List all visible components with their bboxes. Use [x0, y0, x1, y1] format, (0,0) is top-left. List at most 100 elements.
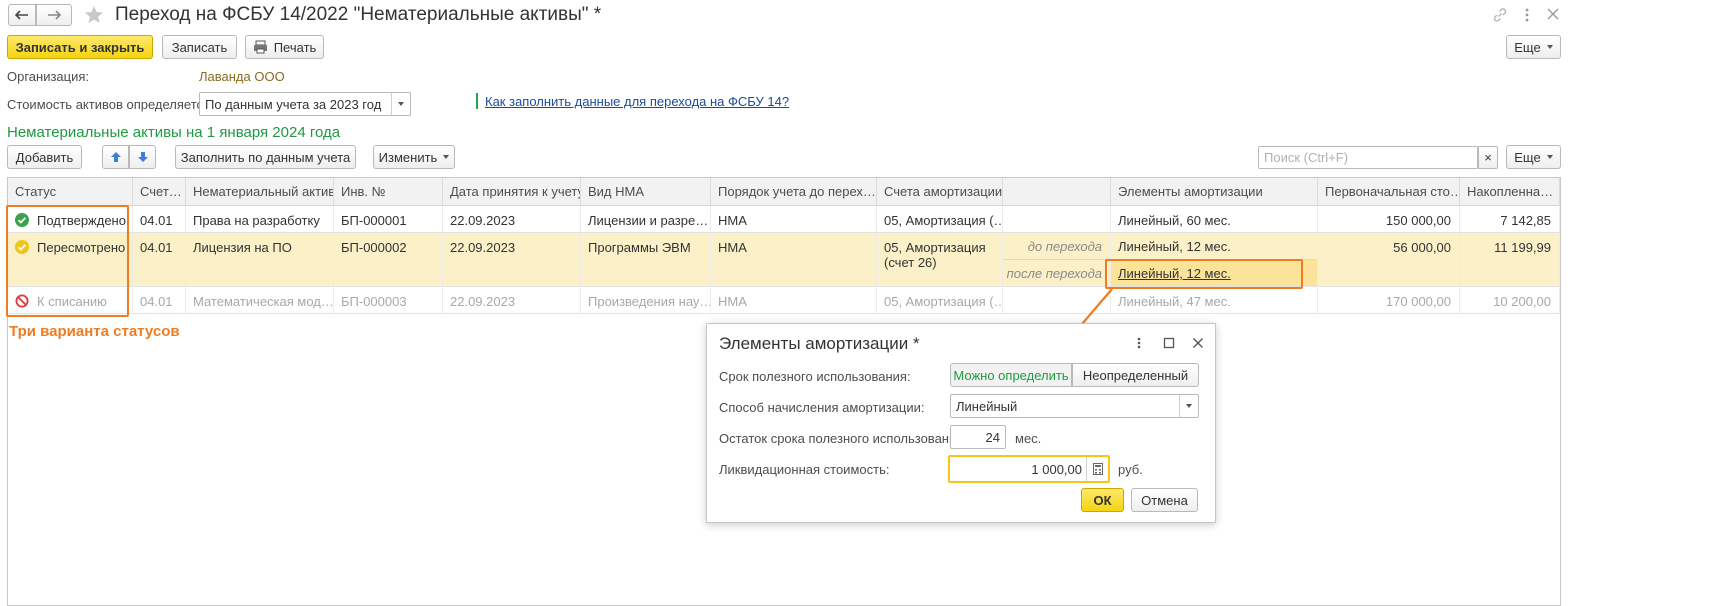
close-window-icon[interactable] — [1546, 7, 1560, 21]
more-button[interactable]: Еще — [1506, 35, 1561, 59]
amort-acc-cell: 05, Амортизация (… — [877, 287, 1003, 313]
life-label: Срок полезного использования: — [719, 369, 911, 384]
table-more-label: Еще — [1514, 149, 1541, 165]
header-inv[interactable]: Инв. № — [334, 178, 443, 206]
more-vertical-icon[interactable] — [1522, 7, 1532, 23]
remain-label: Остаток срока полезного использования: — [719, 431, 967, 446]
kind-cell: Программы ЭВМ — [581, 233, 711, 286]
cost-select-value: По данным учета за 2023 год — [205, 96, 382, 112]
maximize-icon[interactable] — [1163, 337, 1175, 349]
header-kind[interactable]: Вид НМА — [581, 178, 711, 206]
elements-highlight-box — [1105, 259, 1303, 289]
save-button[interactable]: Записать — [162, 35, 237, 59]
header-asset[interactable]: Нематериальный актив — [186, 178, 334, 206]
move-down-button[interactable] — [129, 145, 156, 169]
inv-cell: БП-000001 — [334, 206, 443, 232]
header-status[interactable]: Статус — [8, 178, 133, 206]
chevron-down-icon — [1546, 155, 1553, 159]
search-clear-button[interactable]: × — [1478, 146, 1498, 169]
close-icon[interactable] — [1192, 337, 1204, 349]
amort-acc-line2: (счет 26) — [884, 255, 937, 270]
ok-button[interactable]: ОК — [1081, 488, 1124, 512]
initial-cell: 56 000,00 — [1318, 233, 1460, 286]
kind-cell: Произведения нау… — [581, 287, 711, 313]
more-vertical-icon[interactable] — [1135, 336, 1143, 350]
header-account[interactable]: Счет… — [133, 178, 186, 206]
cancel-button[interactable]: Отмена — [1131, 488, 1198, 512]
back-button[interactable] — [8, 4, 36, 26]
table-row[interactable]: Подтверждено 04.01 Права на разработку Б… — [8, 206, 1560, 233]
salvage-input[interactable]: 1 000,00 — [948, 455, 1110, 483]
asset-cell: Права на разработку — [186, 206, 334, 232]
arrow-down-icon — [137, 152, 148, 162]
inv-cell: БП-000002 — [334, 233, 443, 286]
order-cell: НМА — [711, 206, 877, 232]
help-link[interactable]: Как заполнить данные для перехода на ФСБ… — [485, 94, 789, 109]
table-row[interactable]: Пересмотрено 04.01 Лицензия на ПО БП-000… — [8, 233, 1560, 287]
elements-cell: Линейный, 47 мес. — [1111, 287, 1318, 313]
arrow-up-icon — [110, 152, 121, 162]
accum-cell: 10 200,00 — [1460, 287, 1560, 313]
star-icon[interactable] — [84, 5, 104, 25]
accum-cell: 11 199,99 — [1460, 233, 1560, 286]
cost-select[interactable]: По данным учета за 2023 год — [199, 92, 411, 116]
header-order[interactable]: Порядок учета до перех… — [711, 178, 877, 206]
method-value: Линейный — [956, 398, 1018, 414]
asset-cell: Лицензия на ПО — [186, 233, 334, 286]
move-up-button[interactable] — [102, 145, 129, 169]
account-cell: 04.01 — [133, 287, 186, 313]
chevron-down-icon — [1546, 45, 1553, 49]
note-cell — [1003, 206, 1111, 232]
printer-icon — [253, 40, 267, 54]
kind-cell: Лицензии и разре… — [581, 206, 711, 232]
forward-button[interactable] — [36, 4, 72, 26]
salvage-unit: руб. — [1118, 462, 1143, 477]
org-label: Организация: — [7, 69, 90, 84]
inv-cell: БП-000003 — [334, 287, 443, 313]
chevron-down-icon — [443, 155, 450, 159]
note-before: до перехода — [1003, 233, 1110, 260]
life-indefinite-toggle[interactable]: Неопределенный — [1072, 363, 1199, 387]
link-icon[interactable] — [1492, 7, 1508, 23]
table-more-button[interactable]: Еще — [1506, 145, 1561, 169]
print-button[interactable]: Печать — [245, 35, 324, 59]
remain-unit: мес. — [1015, 431, 1042, 446]
change-label: Изменить — [378, 149, 438, 165]
org-value[interactable]: Лаванда ООО — [199, 69, 285, 84]
header-initial[interactable]: Первоначальная сто… — [1318, 178, 1460, 206]
header-accum[interactable]: Накопленна… — [1460, 178, 1560, 206]
remain-input[interactable]: 24 — [950, 425, 1006, 449]
status-highlight-box — [6, 205, 129, 317]
header-date[interactable]: Дата принятия к учету — [443, 178, 581, 206]
method-select[interactable]: Линейный — [950, 394, 1199, 418]
account-cell: 04.01 — [133, 233, 186, 286]
search-input[interactable]: Поиск (Ctrl+F) — [1258, 146, 1478, 169]
amort-acc-cell: 05, Амортизация (счет 26) — [877, 233, 1003, 286]
amort-acc-line1: 05, Амортизация — [884, 240, 986, 255]
dropdown-arrow-icon[interactable] — [391, 93, 410, 115]
order-cell: НМА — [711, 233, 877, 286]
add-button[interactable]: Добавить — [7, 145, 82, 169]
life-determinable-toggle[interactable]: Можно определить — [950, 363, 1072, 387]
asset-cell: Математическая мод… — [186, 287, 334, 313]
fill-button[interactable]: Заполнить по данным учета — [175, 145, 356, 169]
header-amort-acc[interactable]: Счета амортизации — [877, 178, 1003, 206]
initial-cell: 150 000,00 — [1318, 206, 1460, 232]
cost-label: Стоимость активов определяется: — [7, 97, 214, 112]
note-cell: до перехода после перехода — [1003, 233, 1111, 286]
dropdown-arrow-icon[interactable] — [1179, 395, 1198, 417]
amortization-dialog: Элементы амортизации * Срок полезного ис… — [706, 323, 1216, 523]
annotation-text: Три варианта статусов — [9, 323, 180, 340]
print-label: Печать — [273, 39, 317, 55]
table-row[interactable]: К списанию 04.01 Математическая мод… БП-… — [8, 287, 1560, 314]
save-and-close-button[interactable]: Записать и закрыть — [7, 35, 153, 59]
header-elements[interactable]: Элементы амортизации — [1111, 178, 1318, 206]
salvage-label: Ликвидационная стоимость: — [719, 462, 890, 477]
arrow-left-icon — [15, 10, 28, 20]
date-cell: 22.09.2023 — [443, 233, 581, 286]
elements-before: Линейный, 12 мес. — [1111, 233, 1317, 260]
change-button[interactable]: Изменить — [373, 145, 455, 169]
header-note[interactable] — [1003, 178, 1111, 206]
calculator-button[interactable] — [1086, 457, 1108, 481]
method-label: Способ начисления амортизации: — [719, 400, 925, 415]
